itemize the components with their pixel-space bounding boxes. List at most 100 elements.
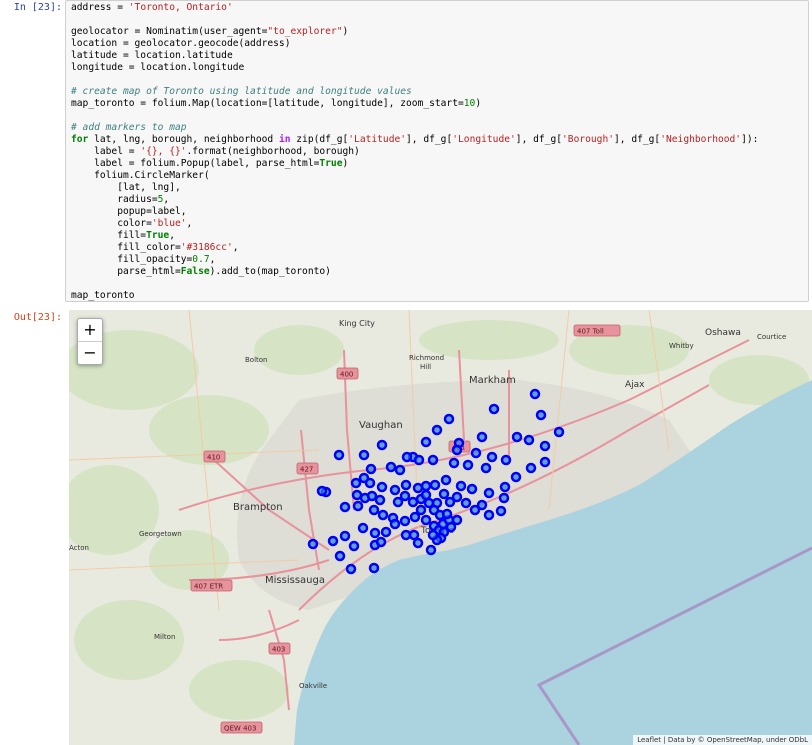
neighborhood-marker[interactable] (375, 536, 387, 548)
neighborhood-marker[interactable] (376, 439, 388, 451)
neighborhood-marker[interactable] (431, 424, 443, 436)
neighborhood-marker[interactable] (377, 509, 389, 521)
neighborhood-marker[interactable] (539, 456, 551, 468)
neighborhood-marker[interactable] (368, 562, 380, 574)
neighborhood-marker[interactable] (553, 426, 565, 438)
neighborhood-marker[interactable] (374, 494, 386, 506)
neighborhood-marker[interactable] (307, 538, 319, 550)
neighborhood-marker[interactable] (523, 434, 535, 446)
neighborhood-marker[interactable] (429, 479, 441, 491)
neighborhood-marker[interactable] (420, 514, 432, 526)
neighborhood-marker[interactable] (365, 463, 377, 475)
neighborhood-marker[interactable] (498, 492, 510, 504)
neighborhood-marker[interactable] (462, 459, 474, 471)
neighborhood-marker[interactable] (380, 526, 392, 538)
neighborhood-marker[interactable] (495, 505, 507, 517)
neighborhood-marker[interactable] (448, 457, 460, 469)
neighborhood-marker[interactable] (358, 449, 370, 461)
neighborhood-marker[interactable] (364, 477, 376, 489)
neighborhood-marker[interactable] (451, 444, 463, 456)
neighborhood-marker[interactable] (368, 504, 380, 516)
neighborhood-marker[interactable] (451, 514, 463, 526)
code-line: popup=label, (71, 206, 187, 217)
neighborhood-marker[interactable] (420, 480, 432, 492)
map-label-milton: Milton (154, 633, 175, 641)
neighborhood-marker[interactable] (327, 535, 339, 547)
neighborhood-marker[interactable] (425, 544, 437, 556)
map-attribution[interactable]: Leaflet | Data by © OpenStreetMap, under… (633, 735, 812, 745)
neighborhood-marker[interactable] (443, 413, 455, 425)
neighborhood-marker[interactable] (510, 471, 522, 483)
neighborhood-marker[interactable] (441, 508, 453, 520)
neighborhood-marker[interactable] (466, 483, 478, 495)
neighborhood-marker[interactable] (476, 431, 488, 443)
neighborhood-marker[interactable] (369, 527, 381, 539)
neighborhood-marker[interactable] (427, 529, 439, 541)
neighborhood-marker[interactable] (389, 484, 401, 496)
neighborhood-marker[interactable] (350, 477, 362, 489)
neighborhood-marker[interactable] (438, 488, 450, 500)
neighborhood-marker[interactable] (401, 451, 413, 463)
zoom-in-button[interactable]: + (78, 319, 102, 342)
neighborhood-marker[interactable] (394, 464, 406, 476)
neighborhood-marker[interactable] (339, 501, 351, 513)
neighborhood-marker[interactable] (511, 431, 523, 443)
neighborhood-marker[interactable] (535, 409, 547, 421)
neighborhood-marker[interactable] (316, 485, 328, 497)
neighborhood-marker[interactable] (440, 474, 452, 486)
map-output[interactable]: King City Richmond Hill Markham Vaughan Bolto… (69, 310, 812, 745)
map-tiles[interactable]: King City RichmondHill Markham Vaughan Bolto… (69, 310, 812, 745)
neighborhood-marker[interactable] (409, 511, 421, 523)
neighborhood-marker[interactable] (400, 479, 412, 491)
neighborhood-marker[interactable] (476, 499, 488, 511)
code-cell[interactable]: address = 'Toronto, Ontario' geolocator … (65, 0, 809, 302)
neighborhood-marker[interactable] (499, 481, 511, 493)
neighborhood-marker[interactable] (357, 522, 369, 534)
neighborhood-marker[interactable] (460, 497, 472, 509)
neighborhood-marker[interactable] (348, 540, 360, 552)
neighborhood-marker[interactable] (392, 496, 404, 508)
neighborhood-marker[interactable] (451, 491, 463, 503)
neighborhood-marker[interactable] (420, 436, 432, 448)
neighborhood-marker[interactable] (483, 509, 495, 521)
neighborhood-marker[interactable] (500, 454, 512, 466)
neighborhood-marker[interactable] (539, 440, 551, 452)
neighborhood-marker[interactable] (529, 388, 541, 400)
highway-shield: 427 (296, 462, 319, 475)
map-label-king-city: King City (339, 319, 375, 328)
neighborhood-marker[interactable] (399, 490, 411, 502)
neighborhood-marker[interactable] (376, 481, 388, 493)
zoom-out-button[interactable]: − (78, 342, 102, 364)
neighborhood-marker[interactable] (488, 403, 500, 415)
code-line: for lat, lng, borough, neighborhood in z… (71, 134, 759, 145)
neighborhood-marker[interactable] (427, 454, 439, 466)
neighborhood-marker[interactable] (352, 500, 364, 512)
neighborhood-marker[interactable] (415, 504, 427, 516)
code-editor[interactable]: address = 'Toronto, Ontario' geolocator … (71, 2, 758, 302)
neighborhood-marker[interactable] (334, 550, 346, 562)
input-prompt: In [23]: (13, 2, 62, 13)
neighborhood-marker[interactable] (483, 487, 495, 499)
neighborhood-marker[interactable] (445, 521, 457, 533)
neighborhood-marker[interactable] (408, 529, 420, 541)
neighborhood-marker[interactable] (399, 515, 411, 527)
svg-text:427: 427 (300, 466, 313, 474)
neighborhood-marker[interactable] (525, 462, 537, 474)
neighborhood-marker[interactable] (413, 454, 425, 466)
zoom-control: + − (77, 318, 103, 365)
neighborhood-marker[interactable] (385, 461, 397, 473)
code-line: [lat, lng], (71, 182, 181, 193)
neighborhood-marker[interactable] (470, 447, 482, 459)
code-line: latitude = location.latitude (71, 50, 233, 61)
neighborhood-marker[interactable] (345, 563, 357, 575)
neighborhood-marker[interactable] (366, 490, 378, 502)
neighborhood-marker[interactable] (486, 451, 498, 463)
neighborhood-marker[interactable] (333, 449, 345, 461)
neighborhood-marker[interactable] (389, 518, 401, 530)
map-label-ajax: Ajax (625, 380, 645, 390)
neighborhood-marker[interactable] (412, 482, 424, 494)
neighborhood-marker[interactable] (480, 462, 492, 474)
neighborhood-marker[interactable] (455, 480, 467, 492)
neighborhood-marker[interactable] (412, 537, 424, 549)
neighborhood-marker[interactable] (339, 530, 351, 542)
